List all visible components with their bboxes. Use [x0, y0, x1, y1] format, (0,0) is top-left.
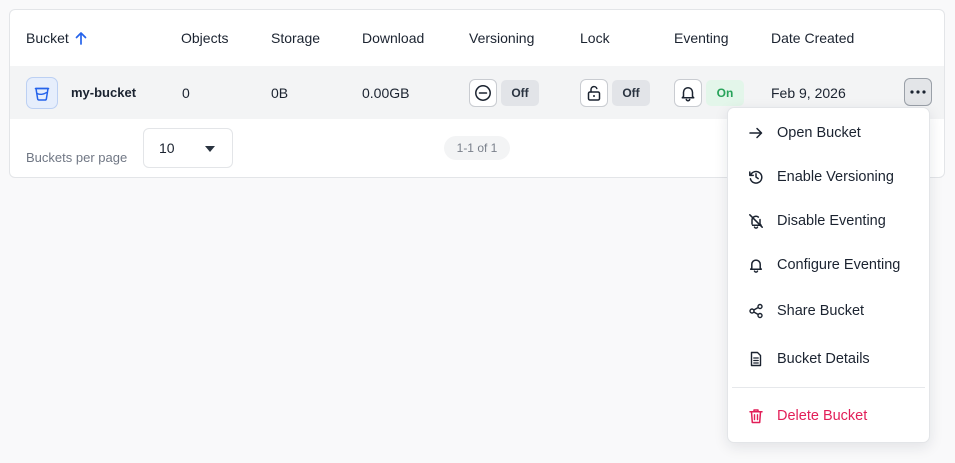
bell-icon — [681, 86, 695, 101]
versioning-status-badge: Off — [501, 79, 539, 106]
menu-item-enable-versioning[interactable]: Enable Versioning — [728, 159, 929, 195]
bucket-icon — [26, 76, 58, 109]
document-icon — [750, 351, 762, 367]
table-header: Bucket Objects Storage Download Versioni… — [10, 10, 944, 66]
menu-item-label: Delete Bucket — [777, 408, 868, 424]
menu-item-delete-bucket[interactable]: Delete Bucket — [728, 398, 929, 434]
share-icon — [749, 303, 763, 319]
menu-item-disable-eventing[interactable]: Disable Eventing — [728, 203, 929, 239]
menu-item-label: Share Bucket — [777, 303, 865, 319]
arrow-right-icon — [749, 127, 763, 139]
bell-icon — [749, 259, 763, 273]
eventing-toggle-button[interactable] — [674, 78, 702, 107]
lock-cell: Off — [580, 66, 650, 119]
pagination-range: 1-1 of 1 — [444, 136, 510, 160]
unlock-icon — [587, 85, 601, 101]
caret-down-icon — [205, 146, 215, 152]
menu-item-label: Enable Versioning — [777, 169, 894, 185]
row-actions-menu: Open Bucket Enable Versioning Disable Ev… — [727, 107, 930, 443]
column-header-download[interactable]: Download — [362, 30, 424, 46]
objects-cell: 0 — [182, 84, 190, 101]
bucket-name[interactable]: my-bucket — [71, 85, 136, 100]
menu-item-share-bucket[interactable]: Share Bucket — [728, 293, 929, 329]
column-header-bucket-label: Bucket — [26, 30, 69, 46]
per-page-label: Buckets per page — [26, 150, 128, 165]
minus-circle-icon — [475, 84, 491, 101]
history-icon — [749, 170, 763, 184]
menu-item-label: Disable Eventing — [777, 213, 886, 229]
menu-item-bucket-details[interactable]: Bucket Details — [728, 341, 929, 377]
row-actions-button[interactable] — [904, 78, 932, 106]
lock-toggle-button[interactable] — [580, 78, 608, 107]
bell-off-icon — [749, 214, 763, 229]
trash-icon — [749, 409, 763, 424]
more-horizontal-icon — [910, 90, 926, 94]
column-header-versioning[interactable]: Versioning — [469, 30, 534, 46]
menu-item-configure-eventing[interactable]: Configure Eventing — [728, 247, 929, 283]
bucket-cell[interactable]: my-bucket — [26, 66, 136, 119]
column-header-lock[interactable]: Lock — [580, 30, 610, 46]
menu-item-label: Open Bucket — [777, 125, 861, 141]
per-page-value: 10 — [159, 140, 175, 156]
column-header-bucket[interactable]: Bucket — [26, 30, 87, 46]
column-header-objects[interactable]: Objects — [181, 30, 228, 46]
column-header-eventing[interactable]: Eventing — [674, 30, 728, 46]
download-cell: 0.00GB — [362, 84, 410, 101]
menu-item-label: Configure Eventing — [777, 257, 901, 273]
lock-status-badge: Off — [612, 79, 650, 106]
column-header-storage[interactable]: Storage — [271, 30, 320, 46]
menu-item-open-bucket[interactable]: Open Bucket — [728, 115, 929, 151]
storage-cell: 0B — [271, 84, 289, 101]
versioning-cell: Off — [469, 66, 539, 119]
sort-arrow-up-icon — [75, 32, 87, 45]
menu-item-label: Bucket Details — [777, 351, 870, 367]
menu-divider — [732, 387, 925, 388]
column-header-date-created[interactable]: Date Created — [771, 30, 854, 46]
per-page-select[interactable]: 10 — [143, 128, 233, 168]
versioning-toggle-button[interactable] — [469, 78, 497, 107]
eventing-status-badge: On — [706, 79, 744, 106]
